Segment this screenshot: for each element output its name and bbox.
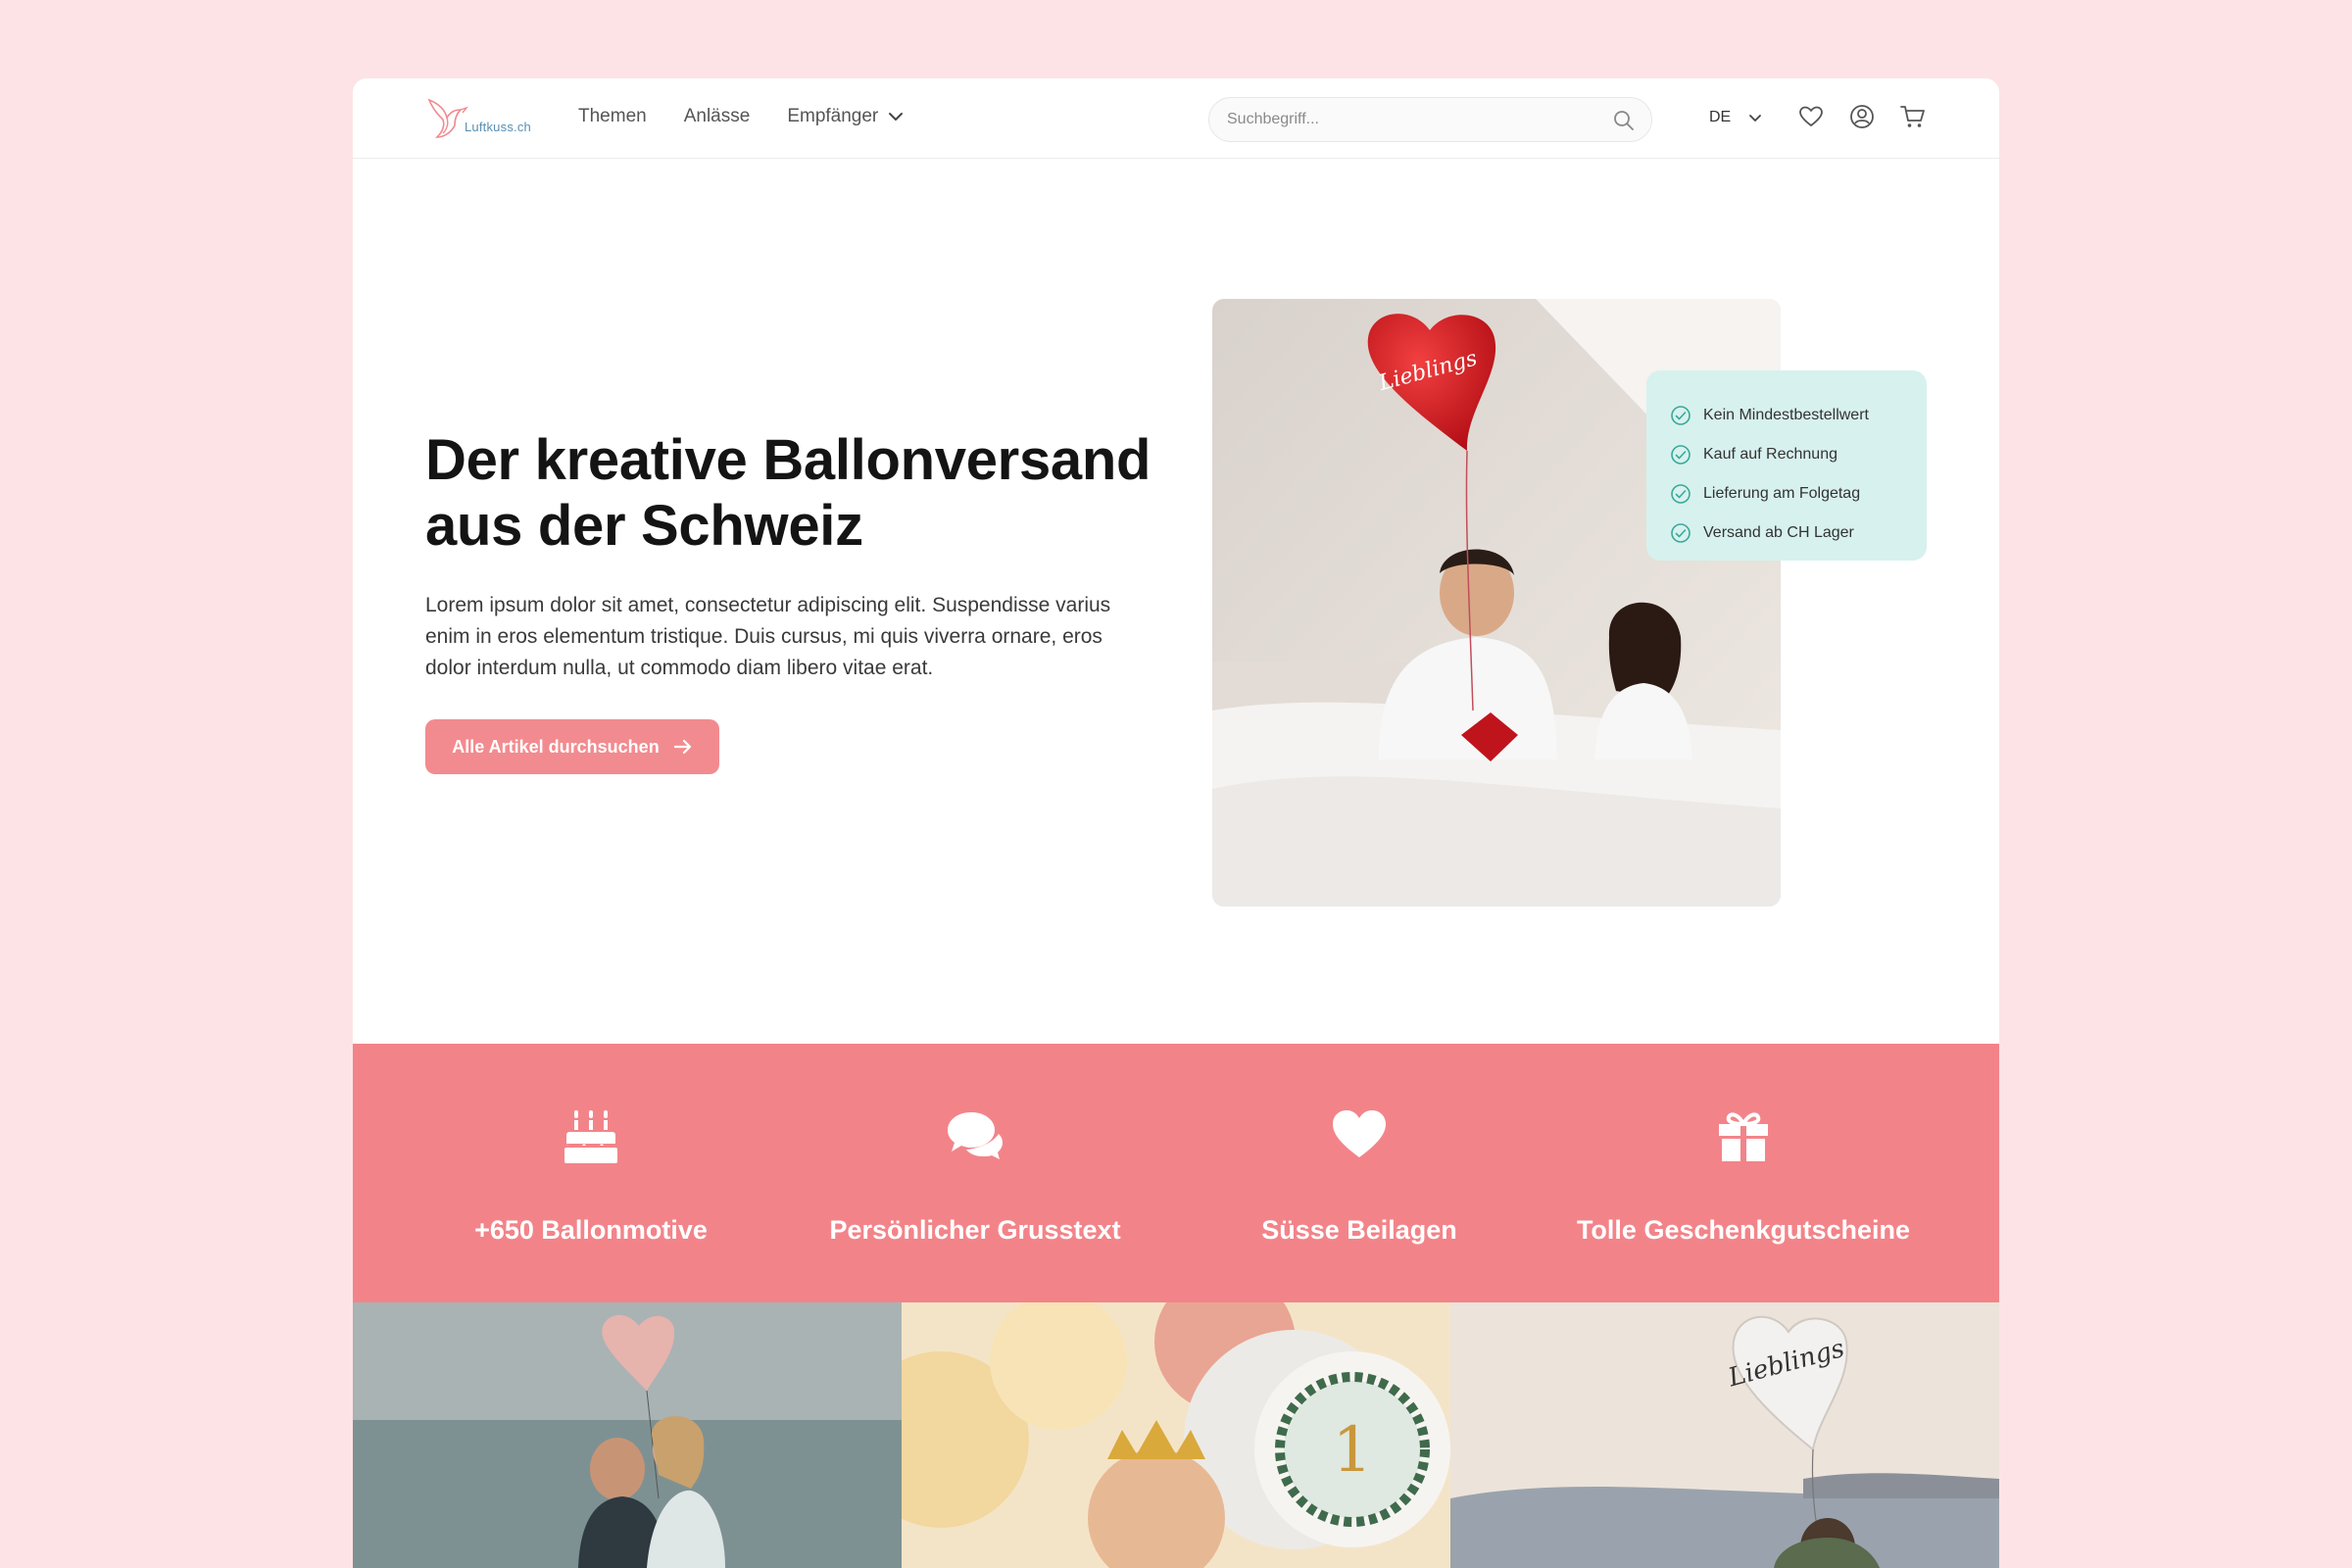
- usp-label: Versand ab CH Lager: [1703, 524, 1854, 541]
- cart-icon[interactable]: [1899, 103, 1927, 130]
- usp-item: Lieferung am Folgetag: [1670, 474, 1903, 514]
- language-label: DE: [1709, 109, 1732, 125]
- speech-bubbles-icon: [948, 1112, 1003, 1159]
- check-circle-icon: [1671, 406, 1690, 425]
- tile-image-kids-birthday[interactable]: 1: [902, 1302, 1450, 1568]
- usp-item: Kauf auf Rechnung: [1670, 435, 1903, 474]
- page-frame: Luftkuss.ch Themen Anlässe Empfänger Suc…: [353, 78, 1999, 1568]
- feature-label: Persönlicher Grusstext: [829, 1215, 1121, 1245]
- logo[interactable]: [425, 94, 533, 143]
- usp-item: Kein Mindestbestellwert: [1670, 396, 1903, 435]
- check-circle-icon: [1671, 445, 1690, 465]
- feature-greeting-text: Persönlicher Grusstext: [783, 1044, 1167, 1302]
- usp-label: Kauf auf Rechnung: [1703, 446, 1838, 463]
- check-circle-icon: [1671, 523, 1690, 543]
- feature-gift-vouchers: Tolle Geschenkgutscheine: [1551, 1044, 1936, 1302]
- cake-icon: [564, 1110, 617, 1163]
- chevron-down-icon: [1749, 114, 1762, 122]
- usp-card: Kein Mindestbestellwert Kauf auf Rechnun…: [1646, 370, 1927, 561]
- heart-icon[interactable]: [1797, 103, 1825, 130]
- nav-link-label: Empfänger: [787, 106, 879, 126]
- feature-label: +650 Ballonmotive: [474, 1215, 708, 1245]
- browse-all-label: Alle Artikel durchsuchen: [452, 736, 660, 757]
- usp-label: Lieferung am Folgetag: [1703, 485, 1861, 502]
- arrow-right-icon: [673, 739, 691, 755]
- language-selector[interactable]: DE: [1709, 109, 1762, 126]
- browse-all-button[interactable]: Alle Artikel durchsuchen: [425, 719, 719, 774]
- nav-links: Themen Anlässe Empfänger: [578, 106, 904, 127]
- search-icon[interactable]: [1612, 109, 1636, 132]
- gift-icon: [1719, 1112, 1768, 1161]
- nav-link-themen[interactable]: Themen: [578, 106, 647, 127]
- feature-sweet-extras: Süsse Beilagen: [1167, 1044, 1551, 1302]
- nav-link-label: Themen: [578, 106, 647, 126]
- check-circle-icon: [1671, 484, 1690, 504]
- search-input[interactable]: [1227, 98, 1599, 141]
- feature-label: Süsse Beilagen: [1261, 1215, 1457, 1245]
- nav-link-empfaenger[interactable]: Empfänger: [787, 106, 904, 127]
- heart-icon: [1333, 1110, 1386, 1157]
- feature-balloon-motifs: +650 Ballonmotive: [399, 1044, 783, 1302]
- top-navigation: Luftkuss.ch Themen Anlässe Empfänger Suc…: [353, 78, 1999, 159]
- nav-link-anlaesse[interactable]: Anlässe: [684, 106, 751, 127]
- logo-text: Luftkuss.ch: [465, 120, 531, 134]
- nav-link-label: Anlässe: [683, 106, 751, 126]
- hero-title-line: aus der Schweiz: [425, 494, 863, 558]
- usp-item: Versand ab CH Lager: [1670, 514, 1903, 553]
- chevron-down-icon: [889, 113, 904, 121]
- hero-title: Der kreative Ballonversand aus der Schwe…: [425, 427, 1170, 559]
- account-icon[interactable]: [1848, 103, 1876, 130]
- usp-label: Kein Mindestbestellwert: [1703, 407, 1869, 423]
- tile-image-child-heart-balloon[interactable]: Lieblings: [1450, 1302, 1999, 1568]
- hero-title-line: Der kreative Ballonversand: [425, 428, 1152, 492]
- search-box: [1208, 97, 1652, 142]
- tile-image-couple-beach[interactable]: [353, 1302, 902, 1568]
- feature-label: Tolle Geschenkgutscheine: [1576, 1215, 1911, 1245]
- hero-description: Lorem ipsum dolor sit amet, consectetur …: [425, 594, 1111, 679]
- feature-band: +650 Ballonmotive Persönlicher Grusstext…: [353, 1044, 1999, 1302]
- svg-text:1: 1: [1333, 1414, 1373, 1487]
- nav-icons: [1797, 103, 1927, 130]
